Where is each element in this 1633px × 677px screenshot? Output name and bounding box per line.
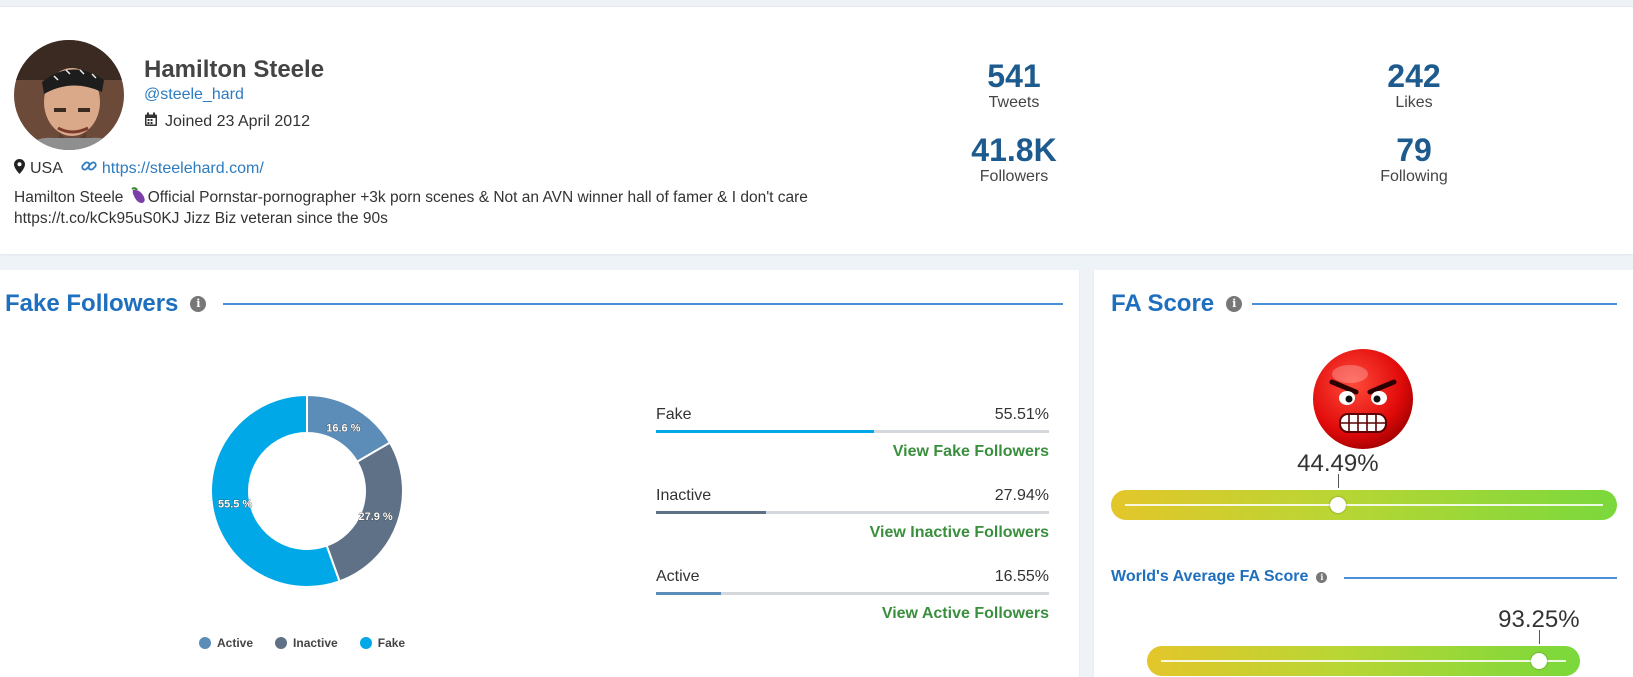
view-active-followers-link[interactable]: View Active Followers [656,605,1049,623]
fa-score-title-text: FA Score [1111,290,1215,317]
fa-score-title-line [1252,303,1617,305]
world-average-knob [1530,653,1547,669]
angry-face-icon [1312,348,1414,455]
stat-tweets: 541 Tweets [914,59,1114,113]
bar-track [656,592,1049,595]
gauge-track [1125,504,1603,506]
donut-data-label: 16.6 % [326,423,360,435]
donut-data-label: 27.9 % [358,511,392,523]
map-marker-icon [14,158,25,179]
legend-active[interactable]: Active [199,636,253,650]
bar-label: Inactive [656,487,712,504]
view-inactive-followers-link[interactable]: View Inactive Followers [656,524,1049,542]
eggplant-icon [128,186,148,209]
legend-dot [359,637,372,649]
legend-dot [275,637,288,649]
avatar [14,40,124,150]
world-average-title-line [1344,577,1617,579]
bar-fill [656,592,722,595]
bar-active: Active 16.55% View Active Followers [656,568,1049,623]
location-row: USA https://steelehard.com/ [14,158,264,179]
profile-bio: Hamilton Steele Official Pornstar-pornog… [14,186,814,228]
legend-label: Fake [377,636,406,650]
fake-followers-title-text: Fake Followers [5,290,179,317]
bar-value: 55.51% [994,406,1049,423]
view-fake-followers-link[interactable]: View Fake Followers [656,443,1049,461]
stat-followers: 41.8K Followers [914,133,1114,187]
location-text: USA [30,159,63,177]
location: USA [14,158,63,179]
calendar-icon [144,112,158,132]
website-text[interactable]: https://steelehard.com/ [102,160,264,178]
gauge-track [1161,660,1566,662]
legend-dot [199,637,211,649]
tweets-count: 541 [987,58,1041,94]
bar-value: 16.55% [994,568,1049,585]
fake-followers-title-line [223,303,1063,305]
fa-score-title: FA Score i [1111,290,1243,318]
likes-label: Likes [1395,94,1433,111]
fa-score-gauge [1111,490,1617,520]
bar-label: Fake [656,406,692,423]
profile-handle[interactable]: @steele_hard [144,86,244,104]
fake-followers-donut: 16.6 % 27.9 % 55.5 % [210,393,404,588]
legend-label: Active [217,636,254,650]
info-icon[interactable]: i [190,296,207,312]
fa-score-pointer [1337,474,1339,488]
world-average-gauge [1147,646,1580,676]
stat-likes: 242 Likes [1314,59,1514,113]
likes-count: 242 [1387,58,1441,94]
link-icon [81,158,97,179]
bar-label: Active [656,568,700,585]
donut-data-label: 55.5 % [218,499,252,511]
website-link[interactable]: https://steelehard.com/ [81,158,264,179]
bar-fill [656,430,875,433]
bar-track [656,430,1049,433]
bar-value: 27.94% [994,487,1049,504]
bar-fill [656,511,766,514]
world-average-title: World's Average FA Score i [1111,568,1328,586]
world-average-title-text: World's Average FA Score [1111,568,1309,585]
profile-card: Hamilton Steele @steele_hard Joined 23 A… [0,6,1633,254]
bar-track [656,511,1049,514]
joined-text: Joined 23 April 2012 [165,113,310,130]
bar-fake: Fake 55.51% View Fake Followers [656,406,1049,461]
stat-following: 79 Following [1314,133,1514,187]
donut-legend: Active Inactive Fake [199,636,427,650]
followers-count: 41.8K [971,132,1057,168]
bar-inactive: Inactive 27.94% View Inactive Followers [656,487,1049,542]
bio-prefix: Hamilton Steele [14,189,128,206]
info-icon[interactable]: i [1226,296,1243,312]
followers-label: Followers [979,168,1049,185]
joined-date: Joined 23 April 2012 [144,112,310,132]
legend-inactive[interactable]: Inactive [275,636,338,650]
fake-followers-title: Fake Followers i [5,290,207,318]
tweets-label: Tweets [988,94,1040,111]
following-label: Following [1380,168,1448,185]
following-count: 79 [1396,132,1432,168]
info-icon[interactable]: i [1316,571,1328,583]
fa-score-knob [1329,497,1346,513]
world-average-pointer [1538,630,1540,644]
profile-name: Hamilton Steele [144,56,325,83]
legend-fake[interactable]: Fake [359,636,406,650]
legend-label: Inactive [293,636,338,650]
